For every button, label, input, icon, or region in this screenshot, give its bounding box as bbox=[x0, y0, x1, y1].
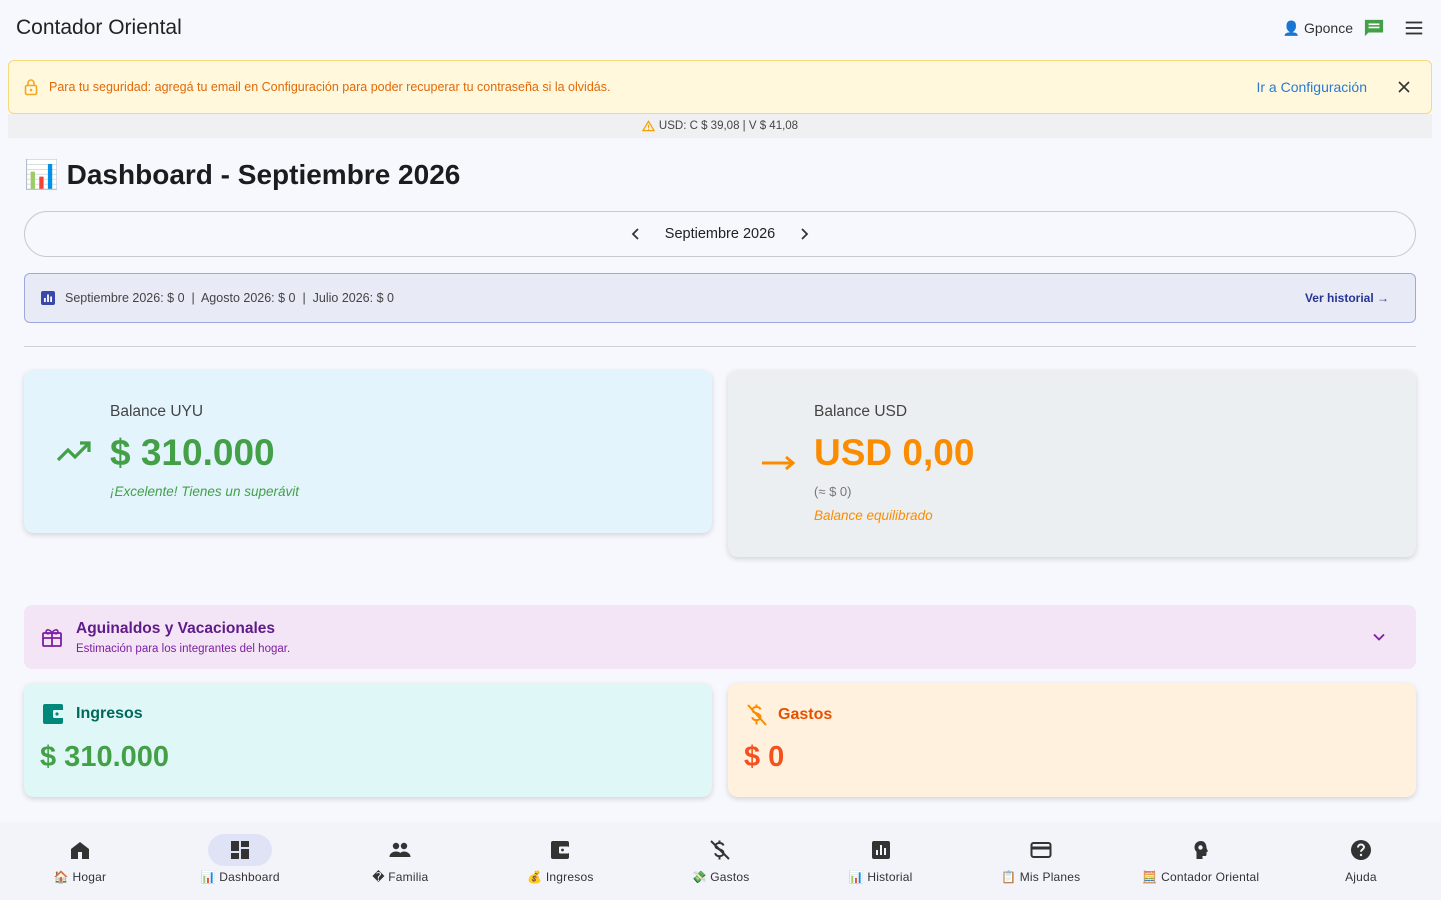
gastos-header: Gastos bbox=[746, 703, 832, 727]
aguinaldos-panel[interactable]: Aguinaldos y Vacacionales Estimación par… bbox=[24, 605, 1416, 669]
balance-usd-value: USD 0,00 bbox=[814, 432, 975, 473]
app-title: Contador Oriental bbox=[16, 16, 182, 39]
bottom-navigation: 🏠 Hogar 📊 Dashboard � Familia 💰 Ingresos… bbox=[0, 822, 1441, 900]
gastos-value: $ 0 bbox=[744, 741, 785, 773]
people-icon bbox=[389, 842, 411, 857]
ingresos-header: Ingresos bbox=[42, 703, 143, 725]
nav-pill bbox=[528, 834, 592, 866]
ingresos-label: Ingresos bbox=[76, 705, 143, 722]
money-off-icon bbox=[710, 840, 731, 860]
divider bbox=[24, 346, 1416, 347]
gastos-card[interactable]: Gastos $ 0 bbox=[728, 683, 1416, 797]
go-to-settings-link[interactable]: Ir a Configuración bbox=[1256, 79, 1367, 95]
nav-item-familia[interactable]: � Familia bbox=[320, 822, 480, 900]
nav-item-gastos[interactable]: 💸 Gastos bbox=[640, 822, 800, 900]
chevron-left-icon[interactable] bbox=[629, 227, 643, 241]
home-icon bbox=[71, 842, 90, 859]
nav-pill bbox=[1329, 834, 1393, 866]
nav-label-ajuda: Ajuda bbox=[1345, 870, 1377, 884]
trending-up-icon bbox=[56, 441, 91, 462]
balance-usd-note: Balance equilibrado bbox=[814, 508, 933, 523]
exchange-rate-text: USD: C $ 39,08 | V $ 41,08 bbox=[658, 120, 799, 132]
nav-pill-active bbox=[208, 834, 273, 866]
ingresos-card[interactable]: Ingresos $ 310.000 bbox=[24, 683, 712, 797]
nav-item-mis-planes[interactable]: 📋 Mis Planes bbox=[961, 822, 1121, 900]
credit-card-icon bbox=[1030, 842, 1052, 858]
user-name[interactable]: 👤 Gponce bbox=[1283, 20, 1353, 37]
balance-usd-converted: (≈ $ 0) bbox=[814, 484, 852, 499]
chat-icon[interactable] bbox=[1363, 18, 1385, 38]
aguinaldos-title: Aguinaldos y Vacacionales bbox=[76, 619, 275, 637]
wallet-icon bbox=[43, 704, 65, 724]
balance-uyu-card: Balance UYU $ 310.000 ¡Excelente! Tienes… bbox=[24, 370, 712, 533]
month-navigator: Septiembre 2026 bbox=[24, 211, 1416, 257]
balance-uyu-note: ¡Excelente! Tienes un superávit bbox=[110, 484, 299, 499]
ingresos-value: $ 310.000 bbox=[40, 741, 170, 773]
nav-pill bbox=[688, 834, 752, 866]
nav-item-historial[interactable]: 📊 Historial bbox=[801, 822, 961, 900]
nav-label-dashboard: 📊 Dashboard bbox=[200, 870, 280, 884]
arrow-right-icon bbox=[762, 455, 796, 471]
balance-uyu-value: $ 310.000 bbox=[110, 432, 275, 473]
nav-label-hogar: 🏠 Hogar bbox=[53, 870, 107, 884]
close-icon[interactable] bbox=[1397, 80, 1411, 94]
bar-chart-icon bbox=[41, 291, 55, 305]
nav-label-mis-planes: 📋 Mis Planes bbox=[1001, 870, 1081, 884]
nav-label-contador-oriental: 🧮 Contador Oriental bbox=[1142, 870, 1260, 884]
psychology-icon bbox=[1194, 841, 1208, 859]
summary-text: Septiembre 2026: $ 0 | Agosto 2026: $ 0 … bbox=[65, 291, 394, 305]
nav-pill bbox=[368, 834, 432, 866]
app-bar: Contador Oriental 👤 Gponce bbox=[0, 0, 1441, 56]
warning-icon bbox=[641, 120, 655, 132]
balance-uyu-label: Balance UYU bbox=[110, 403, 204, 420]
nav-pill bbox=[1009, 834, 1073, 866]
chevron-right-icon[interactable] bbox=[797, 227, 811, 241]
nav-item-hogar[interactable]: 🏠 Hogar bbox=[0, 822, 160, 900]
alert-message: Para tu seguridad: agregá tu email en Co… bbox=[49, 80, 611, 94]
nav-pill bbox=[1169, 834, 1233, 866]
page-title: 📊 Dashboard - Septiembre 2026 bbox=[24, 159, 461, 190]
bar-chart-icon bbox=[871, 841, 890, 859]
balance-usd-card: Balance USD USD 0,00 (≈ $ 0) Balance equ… bbox=[728, 370, 1416, 557]
aguinaldos-text: Aguinaldos y Vacacionales Estimación par… bbox=[76, 620, 290, 655]
nav-pill bbox=[849, 834, 913, 866]
security-alert: Para tu seguridad: agregá tu email en Co… bbox=[8, 60, 1432, 114]
wallet-icon bbox=[551, 841, 570, 859]
gift-icon bbox=[42, 629, 62, 647]
gastos-label: Gastos bbox=[778, 706, 833, 723]
nav-label-familia: � Familia bbox=[372, 870, 429, 884]
money-off-icon bbox=[747, 704, 767, 726]
menu-icon[interactable] bbox=[1403, 17, 1425, 39]
nav-item-ingresos[interactable]: 💰 Ingresos bbox=[480, 822, 640, 900]
exchange-rate-bar: USD: C $ 39,08 | V $ 41,08 bbox=[8, 114, 1432, 138]
history-summary: Septiembre 2026: $ 0 | Agosto 2026: $ 0 … bbox=[24, 273, 1416, 323]
nav-item-dashboard[interactable]: 📊 Dashboard bbox=[160, 822, 320, 900]
nav-item-contador-oriental[interactable]: 🧮 Contador Oriental bbox=[1121, 822, 1281, 900]
nav-item-ajuda[interactable]: Ajuda bbox=[1281, 822, 1441, 900]
current-month: Septiembre 2026 bbox=[664, 226, 776, 242]
lock-icon bbox=[24, 79, 38, 96]
chevron-down-icon[interactable] bbox=[1370, 628, 1388, 646]
nav-label-ingresos: 💰 Ingresos bbox=[527, 870, 594, 884]
aguinaldos-subtitle: Estimación para los integrantes del hoga… bbox=[76, 642, 291, 655]
dashboard-icon bbox=[231, 841, 250, 859]
nav-label-gastos: 💸 Gastos bbox=[691, 870, 750, 884]
view-history-link[interactable]: Ver historial → bbox=[1305, 291, 1389, 305]
nav-label-historial: 📊 Historial bbox=[848, 870, 913, 884]
balance-usd-label: Balance USD bbox=[814, 403, 908, 420]
help-icon bbox=[1350, 840, 1371, 860]
appbar-actions: 👤 Gponce bbox=[1283, 17, 1425, 39]
nav-pill bbox=[48, 834, 112, 866]
